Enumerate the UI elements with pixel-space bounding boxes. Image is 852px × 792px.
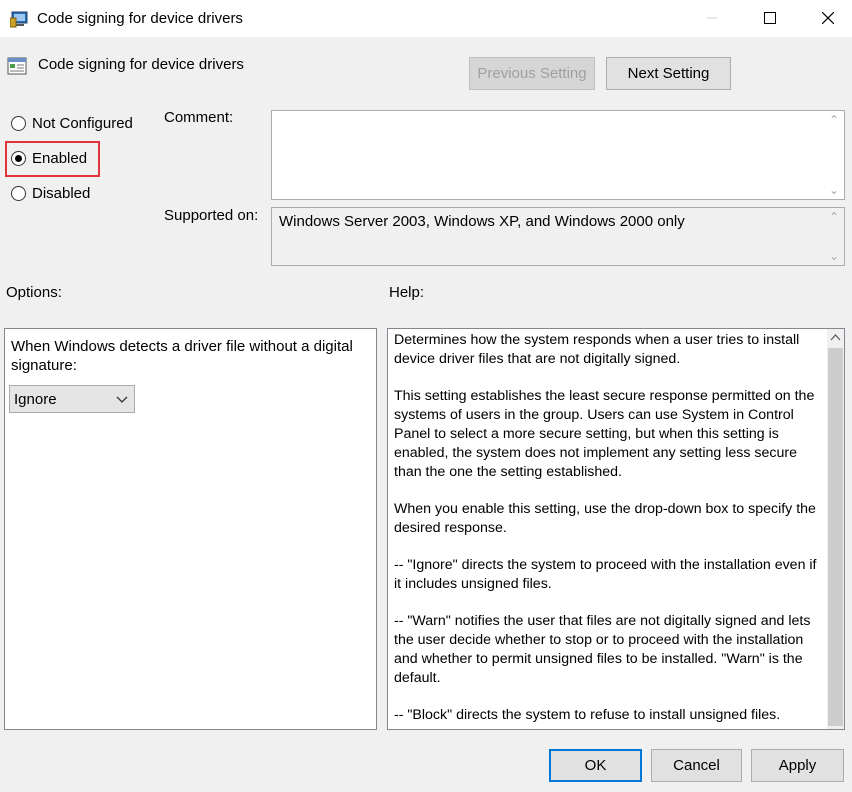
radio-label: Disabled (32, 185, 91, 202)
radio-enabled[interactable]: Enabled (11, 150, 87, 167)
policy-app-icon (9, 9, 30, 29)
previous-setting-button[interactable]: Previous Setting (469, 57, 595, 90)
radio-selected-dot (15, 155, 22, 162)
help-paragraph: -- "Block" directs the system to refuse … (394, 707, 781, 723)
help-paragraph: -- "Warn" notifies the user that files a… (394, 613, 811, 686)
scroll-up-icon[interactable]: ⌃ (826, 210, 842, 224)
scrollbar-thumb[interactable] (828, 348, 843, 726)
help-paragraph: Determines how the system responds when … (394, 332, 800, 367)
comment-label: Comment: (164, 109, 234, 126)
help-panel: Determines how the system responds when … (387, 328, 845, 730)
scroll-up-icon[interactable] (827, 329, 844, 346)
scroll-down-icon[interactable]: ⌄ (826, 249, 842, 263)
scroll-up-icon[interactable]: ⌃ (826, 113, 842, 127)
apply-button[interactable]: Apply (751, 749, 844, 782)
maximize-button[interactable] (741, 0, 799, 38)
supported-on-value: Windows Server 2003, Windows XP, and Win… (279, 213, 685, 230)
options-label: Options: (6, 284, 62, 301)
minimize-button[interactable] (683, 0, 741, 38)
comment-input[interactable]: ⌃ ⌄ (271, 110, 845, 200)
radio-label: Enabled (32, 150, 88, 167)
help-text: Determines how the system responds when … (394, 331, 824, 729)
radio-circle (11, 186, 26, 201)
close-button[interactable] (799, 0, 852, 38)
help-paragraph: This setting establishes the least secur… (394, 388, 815, 480)
cancel-button[interactable]: Cancel (651, 749, 742, 782)
chevron-down-icon (116, 392, 128, 404)
options-prompt: When Windows detects a driver file witho… (11, 338, 353, 374)
radio-not-configured[interactable]: Not Configured (11, 115, 133, 132)
window-title: Code signing for device drivers (37, 10, 243, 27)
close-icon (821, 11, 835, 27)
response-dropdown[interactable]: Ignore (9, 385, 135, 413)
minimize-icon (706, 11, 718, 27)
supported-on-label: Supported on: (164, 207, 259, 224)
dropdown-value: Ignore (14, 390, 57, 408)
help-label: Help: (389, 284, 425, 301)
radio-circle (11, 151, 26, 166)
help-scrollbar[interactable] (827, 329, 844, 729)
next-setting-button[interactable]: Next Setting (606, 57, 731, 90)
policy-title: Code signing for device drivers (38, 56, 244, 73)
scroll-down-icon[interactable]: ⌄ (826, 183, 842, 197)
radio-label: Not Configured (32, 115, 133, 132)
policy-setting-icon (7, 56, 27, 76)
ok-button[interactable]: OK (549, 749, 642, 782)
maximize-icon (764, 11, 776, 27)
radio-circle (11, 116, 26, 131)
help-paragraph: -- "Ignore" directs the system to procee… (394, 557, 817, 592)
radio-disabled[interactable]: Disabled (11, 185, 90, 202)
help-paragraph: When you enable this setting, use the dr… (394, 501, 816, 536)
